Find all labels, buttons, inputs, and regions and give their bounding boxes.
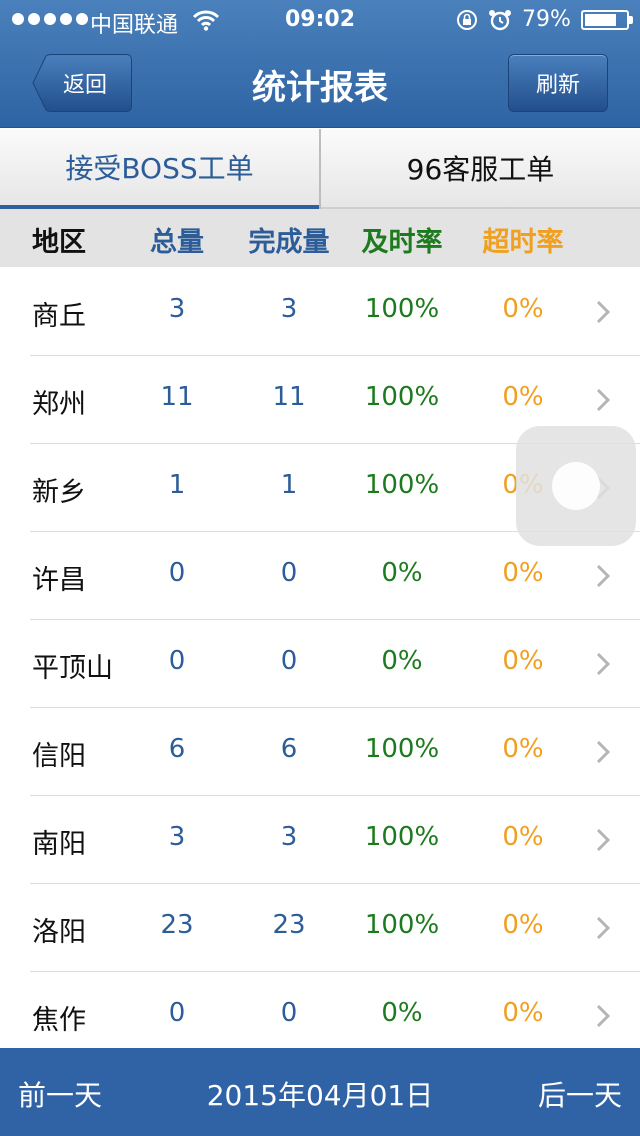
refresh-button[interactable]: 刷新 <box>508 54 608 112</box>
column-header-region: 地区 <box>32 227 86 258</box>
completed-value: 0 <box>280 998 298 1028</box>
table-row[interactable]: 商丘 3 3 100% 0% <box>0 268 640 356</box>
completed-value: 0 <box>280 558 298 588</box>
column-header-completed: 完成量 <box>248 227 330 258</box>
chevron-right-icon <box>596 652 610 676</box>
region-name: 许昌 <box>32 565 86 596</box>
on-time-rate-value: 100% <box>364 470 440 500</box>
region-name: 信阳 <box>32 741 86 772</box>
on-time-rate-value: 0% <box>381 998 423 1028</box>
overtime-rate-value: 0% <box>502 382 544 412</box>
overtime-rate-value: 0% <box>502 822 544 852</box>
total-value: 3 <box>168 294 186 324</box>
chevron-right-icon <box>596 828 610 852</box>
region-name: 洛阳 <box>32 917 86 948</box>
overtime-rate-value: 0% <box>502 910 544 940</box>
chevron-right-icon <box>596 916 610 940</box>
region-name: 南阳 <box>32 829 86 860</box>
table-row[interactable]: 信阳 6 6 100% 0% <box>0 708 640 796</box>
column-header-total: 总量 <box>150 227 204 258</box>
region-name: 焦作 <box>32 1005 86 1036</box>
region-list: 商丘 3 3 100% 0% 郑州 11 11 100% 0% 新乡 1 1 1… <box>0 268 640 1060</box>
completed-value: 3 <box>280 822 298 852</box>
region-name: 郑州 <box>32 389 86 420</box>
region-name: 平顶山 <box>32 653 113 684</box>
column-header-on-time-rate: 及时率 <box>361 227 443 258</box>
next-day-button[interactable]: 后一天 <box>538 1074 622 1114</box>
completed-value: 0 <box>280 646 298 676</box>
table-row[interactable]: 平顶山 0 0 0% 0% <box>0 620 640 708</box>
tab-boss-orders[interactable]: 接受BOSS工单 <box>0 129 319 209</box>
lock-rotation-icon <box>457 10 477 30</box>
date-navigation-bar: 前一天 2015年04月01日 后一天 <box>0 1048 640 1136</box>
on-time-rate-value: 0% <box>381 646 423 676</box>
completed-value: 1 <box>280 470 298 500</box>
on-time-rate-value: 0% <box>381 558 423 588</box>
total-value: 23 <box>160 910 194 940</box>
total-value: 0 <box>168 998 186 1028</box>
assistive-touch-button[interactable] <box>516 426 636 546</box>
total-value: 6 <box>168 734 186 764</box>
overtime-rate-value: 0% <box>502 558 544 588</box>
total-value: 1 <box>168 470 186 500</box>
chevron-right-icon <box>596 388 610 412</box>
overtime-rate-value: 0% <box>502 646 544 676</box>
overtime-rate-value: 0% <box>502 734 544 764</box>
battery-percent: 79% <box>522 7 571 32</box>
on-time-rate-value: 100% <box>364 822 440 852</box>
on-time-rate-value: 100% <box>364 910 440 940</box>
overtime-rate-value: 0% <box>502 294 544 324</box>
assistive-touch-dot <box>552 462 600 510</box>
header: 中国联通 09:02 79% 返回 统计报表 刷新 <box>0 0 640 128</box>
completed-value: 11 <box>272 382 306 412</box>
screen: 中国联通 09:02 79% 返回 统计报表 刷新 接受BOSS工单 96客服工… <box>0 0 640 1136</box>
on-time-rate-value: 100% <box>364 294 440 324</box>
region-name: 新乡 <box>32 477 86 508</box>
battery-icon <box>581 10 633 30</box>
status-bar: 中国联通 09:02 79% <box>0 0 640 40</box>
overtime-rate-value: 0% <box>502 998 544 1028</box>
table-row[interactable]: 焦作 0 0 0% 0% <box>0 972 640 1060</box>
chevron-right-icon <box>596 564 610 588</box>
chevron-right-icon <box>596 300 610 324</box>
on-time-rate-value: 100% <box>364 734 440 764</box>
completed-value: 3 <box>280 294 298 324</box>
total-value: 0 <box>168 558 186 588</box>
total-value: 0 <box>168 646 186 676</box>
completed-value: 6 <box>280 734 298 764</box>
tab-bar: 接受BOSS工单 96客服工单 <box>0 129 640 209</box>
column-header-overtime-rate: 超时率 <box>482 227 564 258</box>
tab-96-service-orders[interactable]: 96客服工单 <box>321 129 640 209</box>
total-value: 3 <box>168 822 186 852</box>
completed-value: 23 <box>272 910 306 940</box>
total-value: 11 <box>160 382 194 412</box>
column-header-row: 地区 总量 完成量 及时率 超时率 <box>0 209 640 267</box>
table-row[interactable]: 洛阳 23 23 100% 0% <box>0 884 640 972</box>
alarm-icon <box>489 10 511 31</box>
region-name: 商丘 <box>32 301 86 332</box>
table-row[interactable]: 南阳 3 3 100% 0% <box>0 796 640 884</box>
chevron-right-icon <box>596 1004 610 1028</box>
chevron-right-icon <box>596 740 610 764</box>
on-time-rate-value: 100% <box>364 382 440 412</box>
